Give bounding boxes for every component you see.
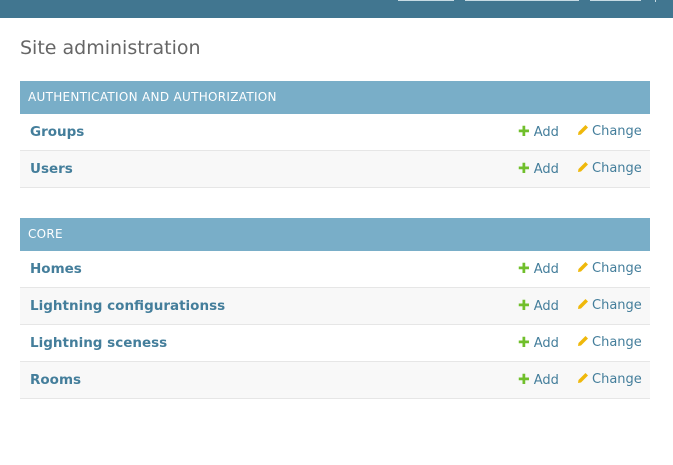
plus-icon: ✚: [518, 124, 530, 140]
model-link-lightning-configurations[interactable]: Lightning configurationss: [30, 288, 225, 324]
model-row-rooms: Rooms ✚ Add Change: [20, 362, 650, 399]
change-link[interactable]: Change: [577, 151, 642, 187]
change-label: Change: [592, 261, 642, 276]
change-link[interactable]: Change: [577, 325, 642, 361]
add-link[interactable]: ✚ Add: [518, 288, 559, 325]
plus-icon: ✚: [518, 161, 530, 177]
change-link[interactable]: Change: [577, 362, 642, 398]
model-link-rooms[interactable]: Rooms: [30, 362, 81, 398]
pencil-icon: [578, 299, 588, 309]
add-label: Add: [533, 262, 559, 277]
model-row-users: Users ✚ Add Change: [20, 151, 650, 188]
model-row-lightning-configurations: Lightning configurationss ✚ Add Change: [20, 288, 650, 325]
model-link-homes[interactable]: Homes: [30, 251, 82, 287]
add-label: Add: [533, 373, 559, 388]
change-label: Change: [592, 124, 642, 139]
module-core: CORE Homes ✚ Add Change Lightning configu…: [20, 218, 650, 399]
add-link[interactable]: ✚ Add: [518, 251, 559, 288]
add-link[interactable]: ✚ Add: [518, 151, 559, 188]
plus-icon: ✚: [518, 298, 530, 314]
change-label: Change: [592, 372, 642, 387]
pencil-icon: [578, 262, 588, 272]
change-link[interactable]: Change: [577, 288, 642, 324]
plus-icon: ✚: [518, 335, 530, 351]
add-label: Add: [533, 125, 559, 140]
module-caption[interactable]: AUTHENTICATION AND AUTHORIZATION: [20, 81, 650, 114]
user-tools-link-log-out[interactable]: [590, 0, 641, 1]
page-title: Site administration: [20, 37, 201, 59]
change-label: Change: [592, 335, 642, 350]
pencil-icon: [578, 125, 588, 135]
model-row-homes: Homes ✚ Add Change: [20, 251, 650, 288]
pencil-icon: [578, 162, 588, 172]
model-link-lightning-scenes[interactable]: Lightning sceness: [30, 325, 167, 361]
change-label: Change: [592, 161, 642, 176]
user-tools-separator: [655, 0, 656, 2]
add-link[interactable]: ✚ Add: [518, 362, 559, 399]
add-link[interactable]: ✚ Add: [518, 325, 559, 362]
model-row-lightning-scenes: Lightning sceness ✚ Add Change: [20, 325, 650, 362]
model-row-groups: Groups ✚ Add Change: [20, 114, 650, 151]
add-label: Add: [533, 336, 559, 351]
header-bar: [0, 0, 673, 18]
plus-icon: ✚: [518, 372, 530, 388]
add-link[interactable]: ✚ Add: [518, 114, 559, 151]
change-link[interactable]: Change: [577, 114, 642, 150]
user-tools-link-view-site[interactable]: [398, 0, 454, 1]
add-label: Add: [533, 299, 559, 314]
pencil-icon: [578, 373, 588, 383]
model-link-users[interactable]: Users: [30, 151, 73, 187]
plus-icon: ✚: [518, 261, 530, 277]
model-link-groups[interactable]: Groups: [30, 114, 84, 150]
change-link[interactable]: Change: [577, 251, 642, 287]
change-label: Change: [592, 298, 642, 313]
module-auth: AUTHENTICATION AND AUTHORIZATION Groups …: [20, 81, 650, 188]
pencil-icon: [578, 336, 588, 346]
user-tools-link-change-password[interactable]: [465, 0, 579, 1]
add-label: Add: [533, 162, 559, 177]
module-caption[interactable]: CORE: [20, 218, 650, 251]
